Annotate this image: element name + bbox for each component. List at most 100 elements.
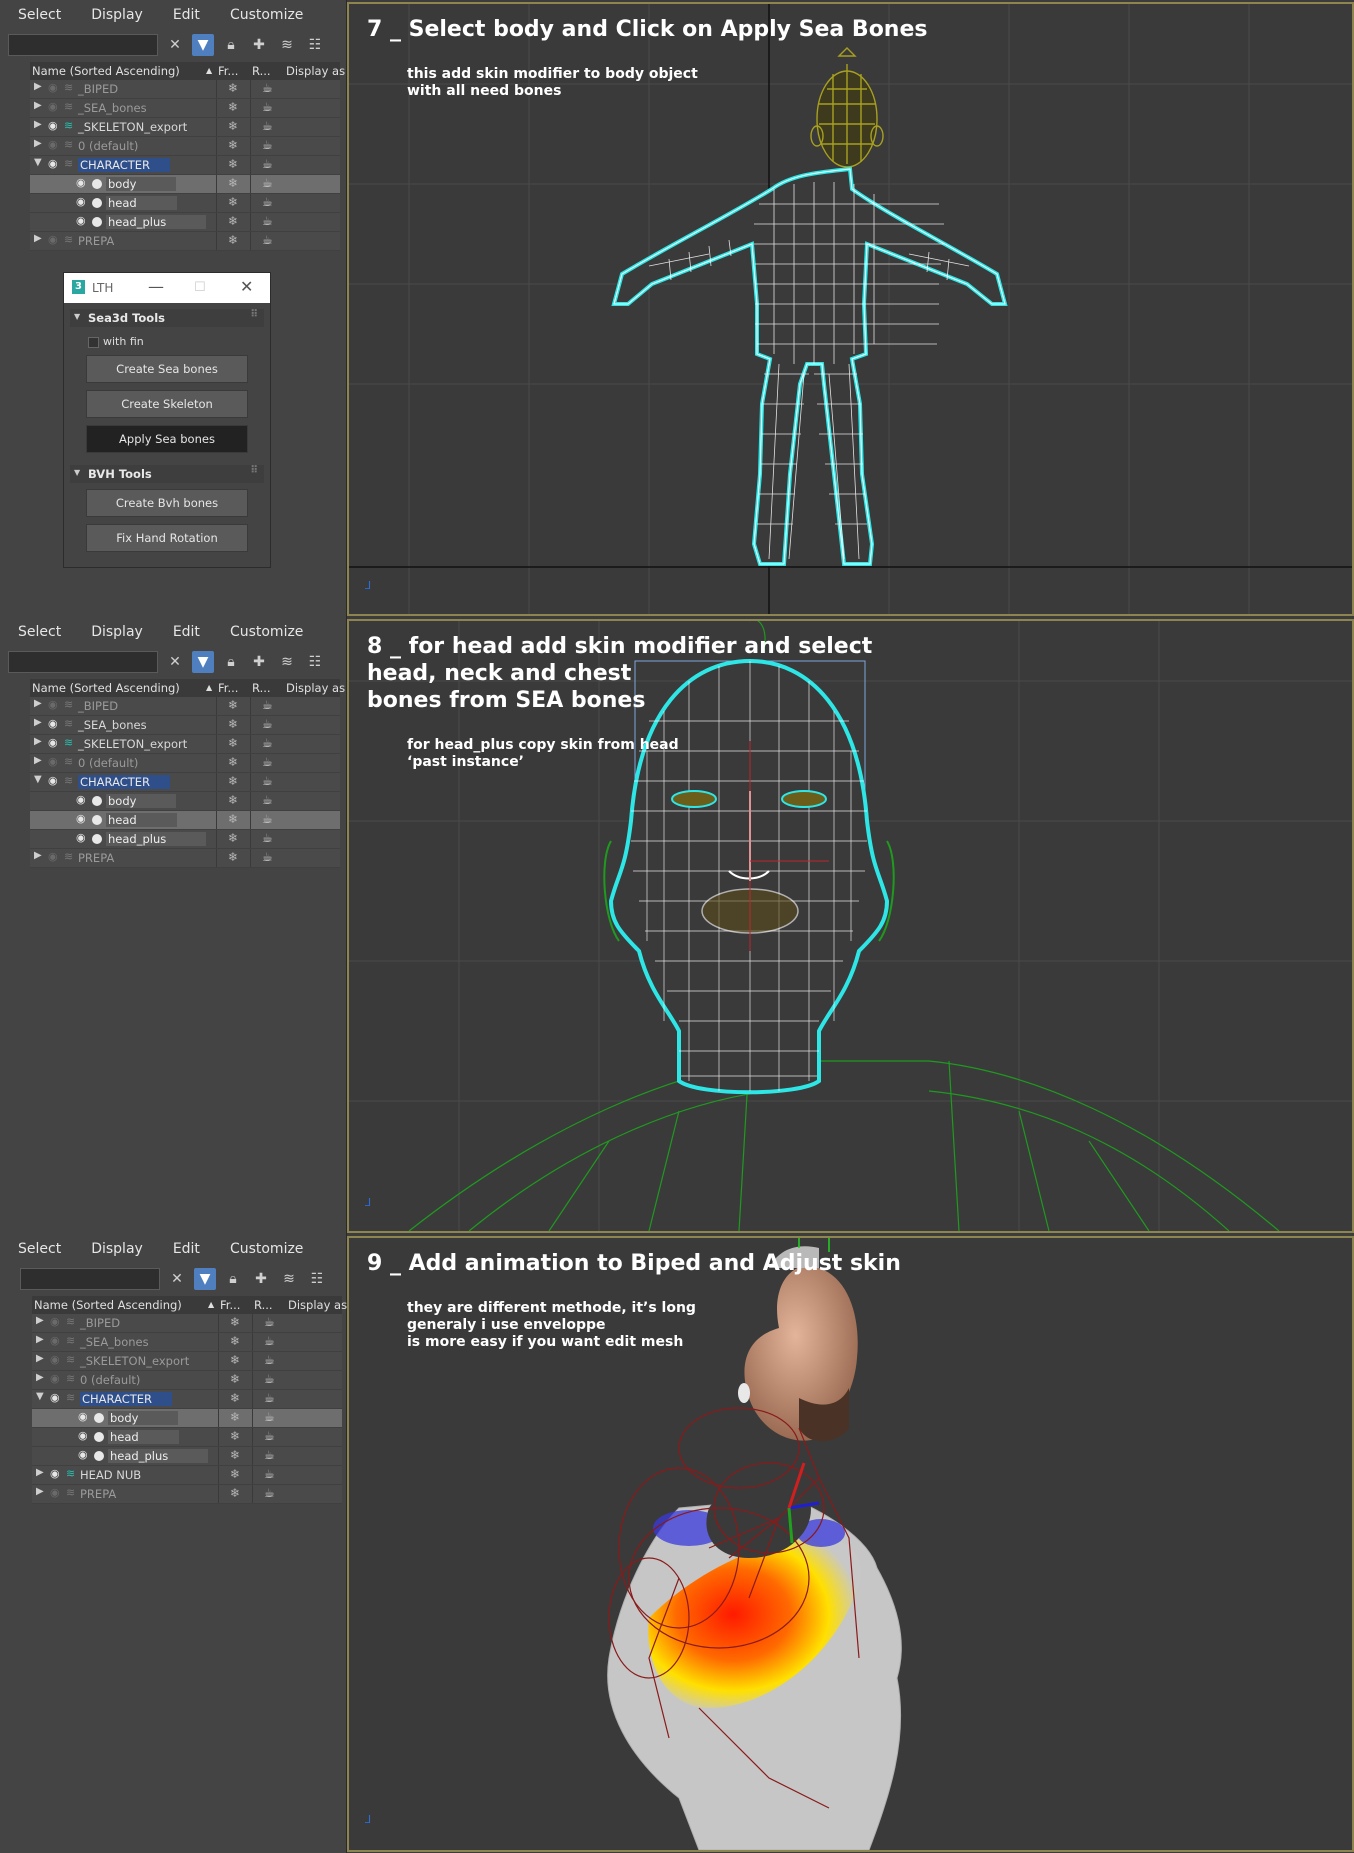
- menu-select[interactable]: Select: [0, 7, 73, 23]
- render-teapot-icon[interactable]: ☕: [264, 1429, 275, 1443]
- expand-arrow-icon[interactable]: ▶: [34, 755, 42, 766]
- viewport-front[interactable]: ⅃ 8 _ for head add skin modifier and sel…: [347, 619, 1354, 1233]
- layer-row[interactable]: ▼ ◉ ≋ CHARACTER ❄ ☕: [32, 1390, 342, 1409]
- layer-row[interactable]: ▶ ◉ ≋ _BIPED ❄ ☕: [30, 697, 340, 716]
- search-input[interactable]: [8, 651, 158, 673]
- freeze-icon[interactable]: ❄: [228, 698, 238, 712]
- visibility-eye-icon[interactable]: ◉: [48, 81, 58, 94]
- layers-icon[interactable]: ≋: [276, 651, 298, 673]
- layers-icon[interactable]: ≋: [276, 34, 298, 56]
- render-teapot-icon[interactable]: ☕: [262, 233, 273, 247]
- render-teapot-icon[interactable]: ☕: [264, 1448, 275, 1462]
- render-teapot-icon[interactable]: ☕: [262, 812, 273, 826]
- visibility-eye-icon[interactable]: ◉: [48, 717, 58, 730]
- clear-search-icon[interactable]: ✕: [164, 34, 186, 56]
- freeze-icon[interactable]: ❄: [228, 81, 238, 95]
- viewport-perspective[interactable]: ⅃ 9 _ Add animation to Biped and Adjust …: [347, 1236, 1354, 1852]
- layer-row[interactable]: ▼ ◉ ≋ CHARACTER ❄ ☕: [30, 773, 340, 792]
- expand-arrow-icon[interactable]: ▶: [36, 1467, 44, 1478]
- render-teapot-icon[interactable]: ☕: [262, 157, 273, 171]
- visibility-eye-icon[interactable]: ◉: [48, 157, 58, 170]
- object-row[interactable]: ◉ body ❄ ☕: [30, 792, 340, 811]
- layer-row[interactable]: ▶ ◉ ≋ PREPA ❄ ☕: [30, 232, 340, 251]
- create-bvh-bones-button[interactable]: Create Bvh bones: [86, 489, 248, 517]
- visibility-eye-icon[interactable]: ◉: [48, 755, 58, 768]
- add-layer-icon[interactable]: ✚: [248, 34, 270, 56]
- expand-arrow-icon[interactable]: ▶: [36, 1315, 44, 1326]
- freeze-icon[interactable]: ❄: [228, 157, 238, 171]
- column-name[interactable]: Name (Sorted Ascending): [34, 1298, 182, 1312]
- maximize-icon[interactable]: ☐: [194, 280, 206, 295]
- lock-icon[interactable]: 🔒︎: [220, 34, 242, 56]
- render-teapot-icon[interactable]: ☕: [264, 1353, 275, 1367]
- freeze-icon[interactable]: ❄: [228, 138, 238, 152]
- with-fin-option[interactable]: with fin: [88, 335, 144, 348]
- sea3d-tools-rollout[interactable]: ▼ Sea3d Tools ⠿: [70, 309, 264, 327]
- render-teapot-icon[interactable]: ☕: [262, 214, 273, 228]
- create-skeleton-button[interactable]: Create Skeleton: [86, 390, 248, 418]
- expand-arrow-icon[interactable]: ▶: [36, 1486, 44, 1497]
- visibility-eye-icon[interactable]: ◉: [78, 1429, 88, 1442]
- minimize-icon[interactable]: —: [148, 277, 164, 296]
- column-render[interactable]: R...: [252, 64, 271, 78]
- freeze-icon[interactable]: ❄: [228, 850, 238, 864]
- hierarchy-icon[interactable]: ☷: [304, 651, 326, 673]
- render-teapot-icon[interactable]: ☕: [264, 1391, 275, 1405]
- viewport-front[interactable]: ⅃ 7 _ Select body and Click on Apply Sea…: [347, 2, 1354, 616]
- render-teapot-icon[interactable]: ☕: [262, 176, 273, 190]
- render-teapot-icon[interactable]: ☕: [262, 138, 273, 152]
- visibility-eye-icon[interactable]: ◉: [50, 1486, 60, 1499]
- expand-arrow-icon[interactable]: ▶: [34, 100, 42, 111]
- menu-edit[interactable]: Edit: [155, 7, 212, 23]
- visibility-eye-icon[interactable]: ◉: [78, 1410, 88, 1423]
- layer-row[interactable]: ▶ ◉ ≋ HEAD NUB ❄ ☕: [32, 1466, 342, 1485]
- expand-arrow-icon[interactable]: ▶: [34, 81, 42, 92]
- freeze-icon[interactable]: ❄: [228, 717, 238, 731]
- render-teapot-icon[interactable]: ☕: [262, 755, 273, 769]
- hierarchy-icon[interactable]: ☷: [304, 34, 326, 56]
- layer-row[interactable]: ▶ ◉ ≋ _SKELETON_export ❄ ☕: [32, 1352, 342, 1371]
- column-name[interactable]: Name (Sorted Ascending): [32, 681, 180, 695]
- add-layer-icon[interactable]: ✚: [250, 1268, 272, 1290]
- visibility-eye-icon[interactable]: ◉: [50, 1315, 60, 1328]
- object-row[interactable]: ◉ head ❄ ☕: [30, 811, 340, 830]
- visibility-eye-icon[interactable]: ◉: [76, 195, 86, 208]
- render-teapot-icon[interactable]: ☕: [262, 736, 273, 750]
- collapse-arrow-icon[interactable]: ▼: [36, 1391, 44, 1402]
- with-fin-checkbox[interactable]: [88, 336, 99, 348]
- render-teapot-icon[interactable]: ☕: [264, 1334, 275, 1348]
- visibility-eye-icon[interactable]: ◉: [76, 831, 86, 844]
- filter-icon[interactable]: ▼: [192, 651, 214, 673]
- visibility-eye-icon[interactable]: ◉: [48, 774, 58, 787]
- render-teapot-icon[interactable]: ☕: [264, 1467, 275, 1481]
- render-teapot-icon[interactable]: ☕: [262, 698, 273, 712]
- lock-icon[interactable]: 🔒︎: [220, 651, 242, 673]
- freeze-icon[interactable]: ❄: [230, 1448, 240, 1462]
- render-teapot-icon[interactable]: ☕: [262, 793, 273, 807]
- visibility-eye-icon[interactable]: ◉: [76, 812, 86, 825]
- clear-search-icon[interactable]: ✕: [166, 1268, 188, 1290]
- filter-icon[interactable]: ▼: [192, 34, 214, 56]
- render-teapot-icon[interactable]: ☕: [264, 1372, 275, 1386]
- object-row[interactable]: ◉ body ❄ ☕: [32, 1409, 342, 1428]
- render-teapot-icon[interactable]: ☕: [264, 1315, 275, 1329]
- visibility-eye-icon[interactable]: ◉: [76, 176, 86, 189]
- render-teapot-icon[interactable]: ☕: [262, 774, 273, 788]
- render-teapot-icon[interactable]: ☕: [262, 850, 273, 864]
- visibility-eye-icon[interactable]: ◉: [50, 1467, 60, 1480]
- fix-hand-rotation-button[interactable]: Fix Hand Rotation: [86, 524, 248, 552]
- visibility-eye-icon[interactable]: ◉: [50, 1372, 60, 1385]
- render-teapot-icon[interactable]: ☕: [262, 195, 273, 209]
- freeze-icon[interactable]: ❄: [230, 1353, 240, 1367]
- visibility-eye-icon[interactable]: ◉: [50, 1334, 60, 1347]
- visibility-eye-icon[interactable]: ◉: [48, 850, 58, 863]
- freeze-icon[interactable]: ❄: [230, 1391, 240, 1405]
- freeze-icon[interactable]: ❄: [230, 1467, 240, 1481]
- render-teapot-icon[interactable]: ☕: [262, 831, 273, 845]
- collapse-arrow-icon[interactable]: ▼: [34, 157, 42, 168]
- layer-row[interactable]: ▶ ◉ ≋ _BIPED ❄ ☕: [30, 80, 340, 99]
- render-teapot-icon[interactable]: ☕: [262, 100, 273, 114]
- object-row[interactable]: ◉ head_plus ❄ ☕: [32, 1447, 342, 1466]
- column-display-as[interactable]: Display as: [286, 681, 345, 695]
- bvh-tools-rollout[interactable]: ▼ BVH Tools ⠿: [70, 465, 264, 483]
